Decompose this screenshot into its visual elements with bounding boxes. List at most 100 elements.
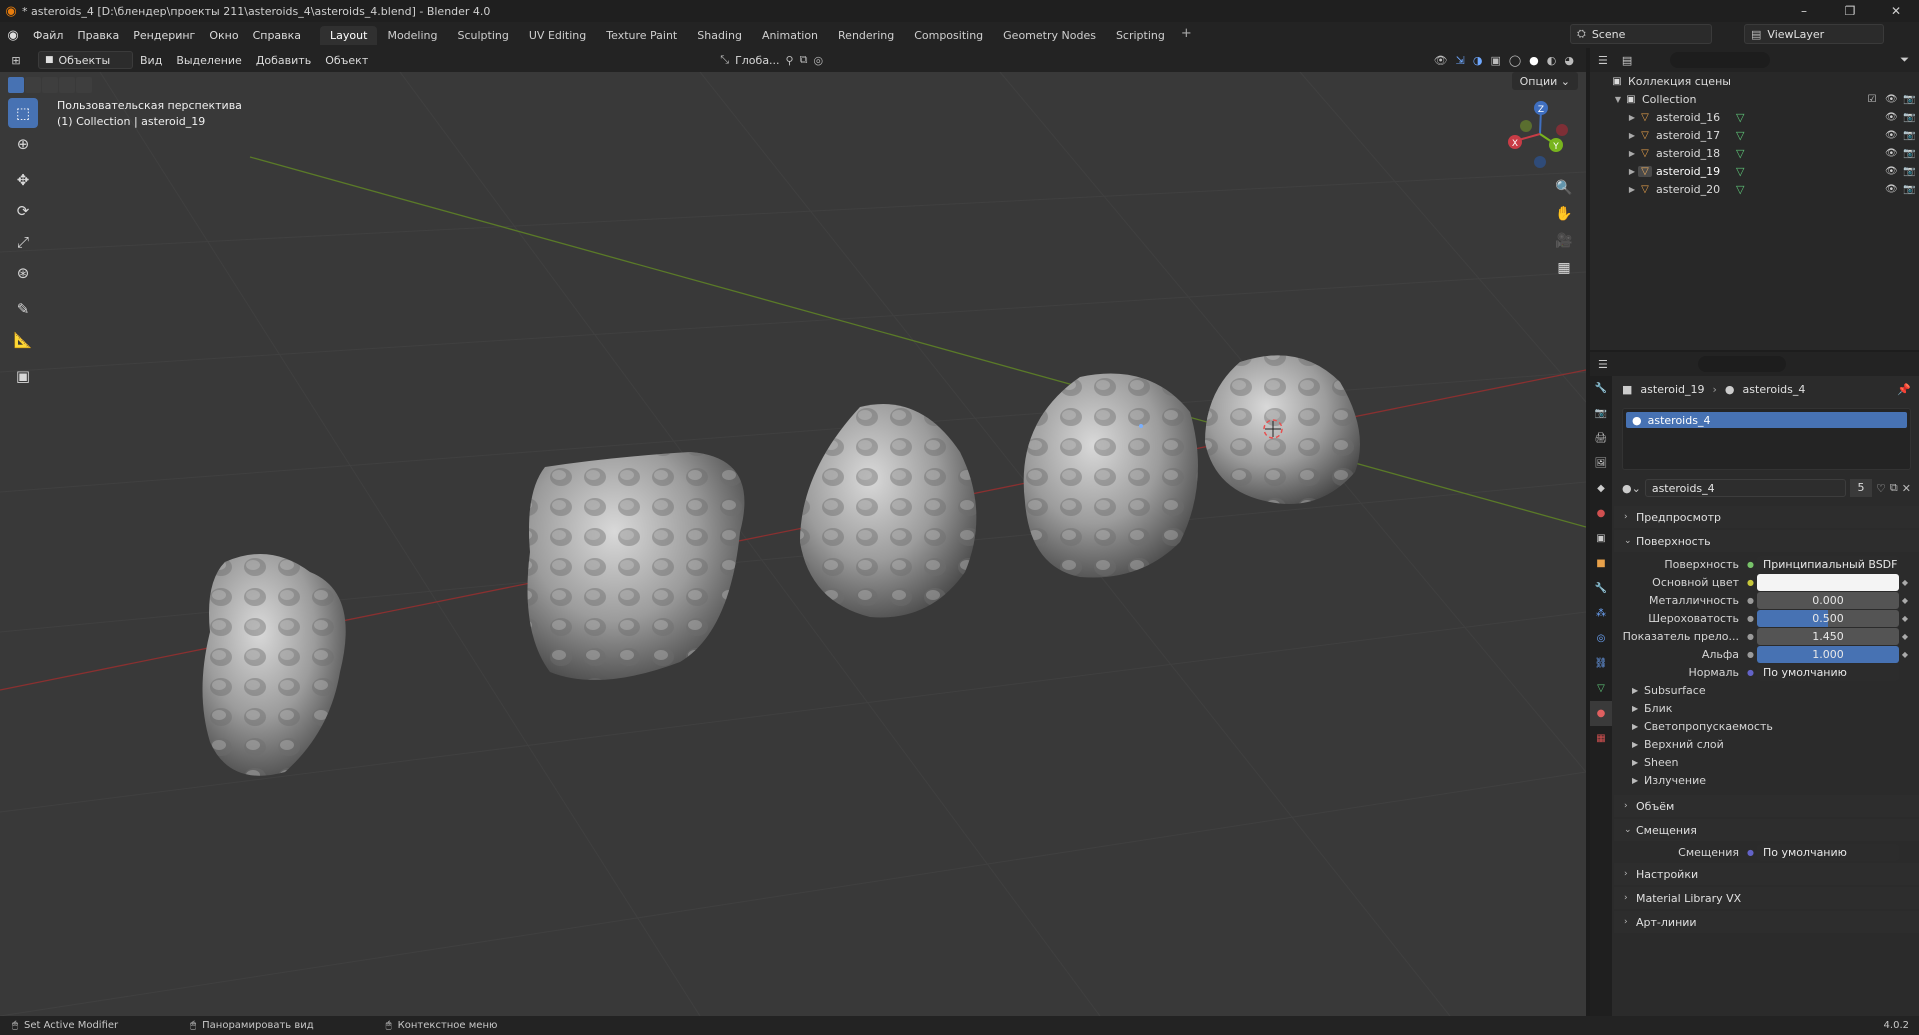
tab-modeling[interactable]: Modeling [377,26,447,45]
ortho-toggle-icon[interactable]: ▦ [1551,255,1577,281]
pan-view-icon[interactable]: ✋ [1551,201,1577,227]
outliner-row-asteroid-17[interactable]: ▶ ▽ asteroid_17 ▽ 👁 📷 [1590,126,1919,144]
expand-icon[interactable]: ▶ [1626,131,1638,140]
menu-help[interactable]: Справка [246,29,308,42]
camera-icon[interactable]: 📷 [1903,148,1915,159]
unlink-material-icon[interactable]: ✕ [1902,482,1911,495]
panel-settings[interactable]: › Настройки [1614,863,1919,885]
data-tab-icon[interactable]: ▽ [1590,676,1612,701]
tool-tab-icon[interactable]: 🔧 [1590,376,1612,401]
tab-scripting[interactable]: Scripting [1106,26,1175,45]
tab-uv-editing[interactable]: UV Editing [519,26,596,45]
cursor-tool-icon[interactable]: ⊕ [8,129,38,159]
tab-sculpting[interactable]: Sculpting [448,26,519,45]
rendered-shading-icon[interactable]: ◕ [1564,54,1574,67]
solid-shading-icon[interactable]: ● [1529,54,1539,67]
camera-icon[interactable]: 📷 [1903,130,1915,141]
alpha-slider[interactable]: 1.000 [1757,645,1899,663]
output-tab-icon[interactable]: 🖨 [1590,426,1612,451]
expand-icon[interactable]: ▶ [1626,149,1638,158]
expand-icon[interactable]: ▶ [1626,185,1638,194]
keyframe-icon[interactable]: ◆ [1899,632,1911,641]
world-tab-icon[interactable]: ● [1590,501,1612,526]
select-subtract-icon[interactable] [42,77,58,93]
select-new-icon[interactable] [8,77,24,93]
outliner-row-asteroid-19[interactable]: ▶ ▽ asteroid_19 ▽ 👁 📷 [1590,162,1919,180]
subpanel-transmission[interactable]: ▶ Светопропускаемость [1614,717,1919,735]
panel-material-library[interactable]: › Material Library VX [1614,887,1919,909]
eye-icon[interactable]: 👁 [1885,130,1898,141]
tab-texture-paint[interactable]: Texture Paint [596,26,687,45]
orientation-dropdown[interactable]: Глоба... [735,54,779,67]
overlay-icon[interactable]: ◑ [1473,54,1483,67]
3d-viewport[interactable]: Z X Y Опции ⌄ Пользовательская перспекти… [0,72,1586,1016]
browse-material-icon[interactable]: ●⌄ [1622,482,1641,495]
camera-icon[interactable]: 📷 [1903,184,1915,195]
mode-dropdown[interactable]: ■ Объекты [38,51,133,69]
asteroid-16[interactable] [202,554,346,776]
asteroid-17[interactable] [527,452,745,680]
eye-icon[interactable]: 👁 [1885,184,1898,195]
camera-view-icon[interactable]: 🎥 [1551,228,1577,254]
visibility-icon[interactable]: 👁 [1434,54,1448,67]
keyframe-icon[interactable]: ◆ [1899,650,1911,659]
panel-preview[interactable]: › Предпросмотр [1614,506,1919,528]
tab-rendering[interactable]: Rendering [828,26,904,45]
panel-lineart[interactable]: › Арт-линии [1614,911,1919,933]
tab-geometry-nodes[interactable]: Geometry Nodes [993,26,1106,45]
options-dropdown[interactable]: Опции ⌄ [1511,72,1578,90]
blender-menu-icon[interactable]: ◉ [0,28,26,43]
material-tab-icon[interactable]: ● [1590,701,1612,726]
pin-icon[interactable]: 📌 [1897,383,1911,396]
select-intersect-icon[interactable] [76,77,92,93]
zoom-view-icon[interactable]: 🔍 [1551,175,1577,201]
scale-tool-icon[interactable]: ⤢ [8,227,38,257]
collection-eye-icon[interactable]: 👁 [1885,94,1898,105]
subpanel-sheen[interactable]: ▶ Sheen [1614,753,1919,771]
surface-shader-field[interactable]: Принципиальный BSDF [1757,555,1899,573]
add-workspace-button[interactable]: + [1175,26,1198,45]
view-layer-tab-icon[interactable]: 🖼 [1590,451,1612,476]
tab-layout[interactable]: Layout [320,25,378,45]
base-color-swatch[interactable] [1757,573,1899,591]
asteroid-19[interactable] [1023,373,1198,578]
select-box-tool-icon[interactable]: ⬚ [8,98,38,128]
select-invert-icon[interactable] [59,77,75,93]
tab-shading[interactable]: Shading [687,26,752,45]
metallic-slider[interactable]: 0.000 [1757,591,1899,609]
collection-camera-icon[interactable]: 📷 [1903,94,1915,105]
xray-icon[interactable]: ▣ [1490,54,1500,67]
properties-search-input[interactable] [1697,356,1786,372]
menu-object[interactable]: Объект [318,54,375,67]
keyframe-icon[interactable]: ◆ [1899,578,1911,587]
subpanel-emission[interactable]: ▶ Излучение [1614,771,1919,789]
asteroid-18[interactable] [800,404,977,618]
transform-tool-icon[interactable]: ⊛ [8,258,38,288]
render-tab-icon[interactable]: 📷 [1590,401,1612,426]
annotate-tool-icon[interactable]: ✎ [8,294,38,324]
normal-field[interactable]: По умолчанию [1757,663,1899,681]
scene-selector[interactable]: ⛭ Scene [1570,24,1712,44]
filter-icon[interactable]: ⏷ [1900,53,1909,67]
outliner-row-asteroid-18[interactable]: ▶ ▽ asteroid_18 ▽ 👁 📷 [1590,144,1919,162]
collection-row[interactable]: ▼ ▣ Collection ☑ 👁 📷 [1590,90,1919,108]
panel-volume[interactable]: › Объём [1614,795,1919,817]
rotate-tool-icon[interactable]: ⟳ [8,196,38,226]
wireframe-shading-icon[interactable]: ◯ [1509,54,1521,67]
minimize-button[interactable]: – [1781,0,1827,22]
collection-expand-icon[interactable]: ▼ [1612,95,1624,104]
move-tool-icon[interactable]: ✥ [8,165,38,195]
material-shading-icon[interactable]: ◐ [1547,54,1557,67]
menu-select[interactable]: Выделение [169,54,249,67]
editor-type-icon[interactable]: ⊞ [0,54,32,67]
expand-icon[interactable]: ▶ [1626,113,1638,122]
modifier-tab-icon[interactable]: 🔧 [1590,576,1612,601]
particles-tab-icon[interactable]: ⁂ [1590,601,1612,626]
expand-icon[interactable]: ▶ [1626,167,1638,176]
physics-tab-icon[interactable]: ◎ [1590,626,1612,651]
maximize-button[interactable]: ❐ [1827,0,1873,22]
scene-tab-icon[interactable]: ◆ [1590,476,1612,501]
outliner-row-asteroid-20[interactable]: ▶ ▽ asteroid_20 ▽ 👁 📷 [1590,180,1919,198]
eye-icon[interactable]: 👁 [1885,148,1898,159]
camera-icon[interactable]: 📷 [1903,112,1915,123]
